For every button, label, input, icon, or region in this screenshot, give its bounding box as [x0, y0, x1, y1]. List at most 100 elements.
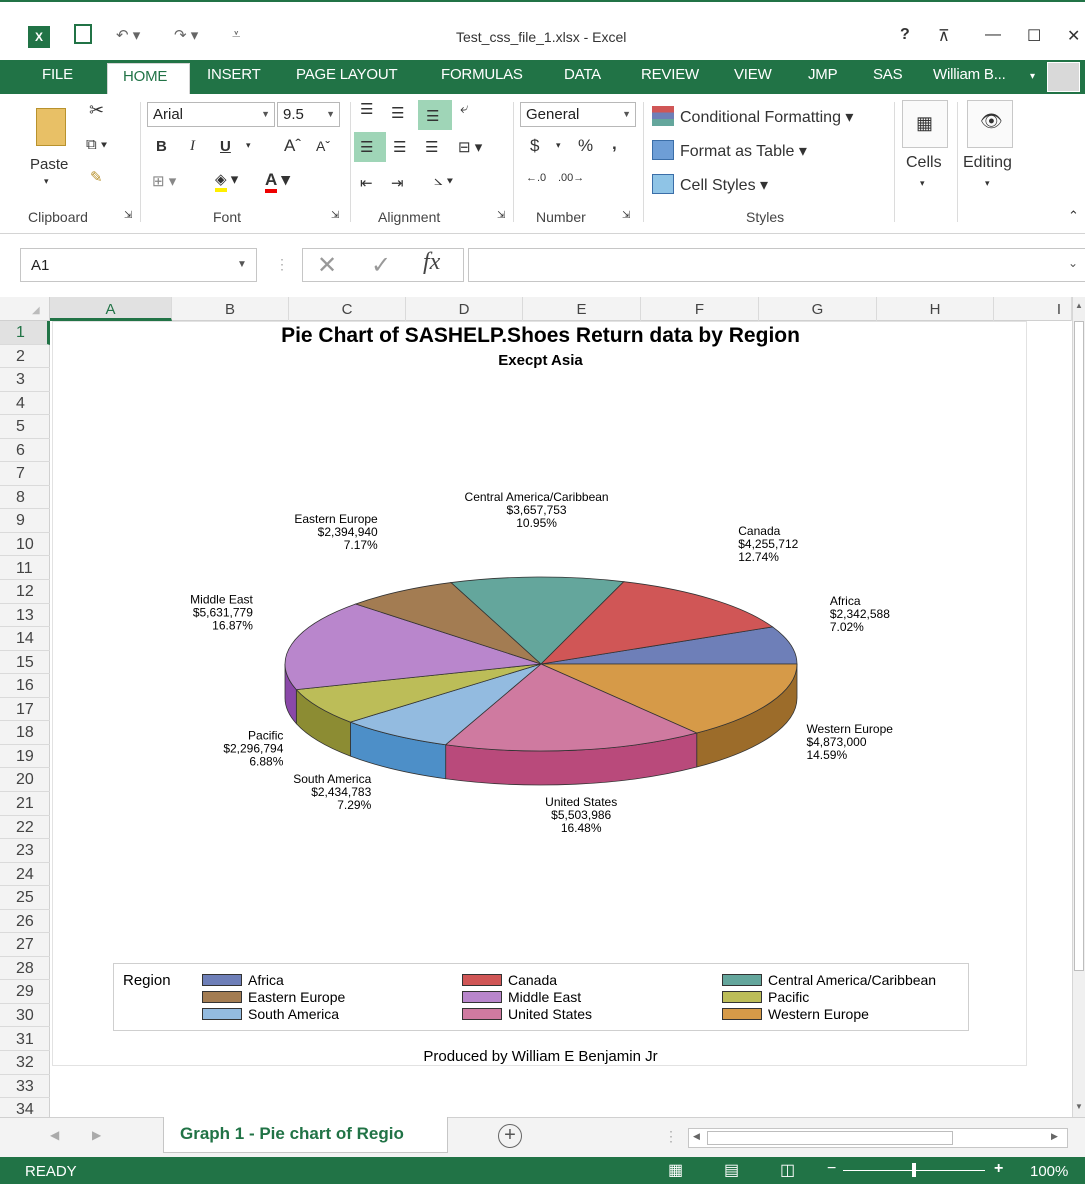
cells-dropdown-icon[interactable]: ▾: [920, 178, 925, 189]
row-header-2[interactable]: 2: [0, 345, 50, 369]
zoom-out-icon[interactable]: −: [827, 1160, 836, 1178]
column-header-h[interactable]: H: [877, 297, 994, 321]
align-right-icon[interactable]: ☰: [425, 138, 438, 156]
orientation-icon[interactable]: ⦣ ▾: [434, 172, 453, 189]
tab-home[interactable]: HOME: [107, 63, 190, 94]
page-layout-view-icon[interactable]: ▤: [724, 1160, 739, 1180]
tab-file[interactable]: FILE: [0, 66, 100, 94]
conditional-formatting-button[interactable]: Conditional Formatting ▾: [652, 106, 853, 127]
row-header-3[interactable]: 3: [0, 368, 50, 392]
row-header-11[interactable]: 11: [0, 557, 50, 580]
find-icon[interactable]: 👁: [967, 100, 1013, 148]
row-header-5[interactable]: 5: [0, 415, 50, 439]
collapse-ribbon-icon[interactable]: ⌃: [1068, 208, 1079, 224]
wrap-text-icon[interactable]: ⤶: [460, 100, 468, 117]
expand-formula-icon[interactable]: ⌄: [1068, 256, 1078, 270]
column-header-a[interactable]: A: [50, 297, 172, 321]
merge-center-icon[interactable]: ⊟ ▾: [458, 138, 482, 156]
select-all-corner[interactable]: ◢: [0, 297, 50, 321]
vertical-scroll-thumb[interactable]: [1074, 321, 1084, 971]
comma-button[interactable]: ,: [612, 134, 617, 154]
page-break-view-icon[interactable]: ◫: [780, 1160, 795, 1180]
cancel-icon[interactable]: ✕: [317, 251, 337, 280]
tab-data[interactable]: DATA: [564, 66, 601, 83]
column-header-d[interactable]: D: [406, 297, 523, 321]
paste-dropdown-icon[interactable]: ▾: [44, 176, 49, 187]
fill-color-icon[interactable]: ◈ ▾: [215, 170, 238, 192]
borders-icon[interactable]: ⊞ ▾: [152, 172, 176, 190]
column-header-i[interactable]: I: [994, 297, 1072, 321]
column-header-b[interactable]: B: [172, 297, 289, 321]
paste-icon[interactable]: [36, 108, 66, 146]
scroll-up-icon[interactable]: ▲: [1075, 301, 1083, 310]
row-header-24[interactable]: 24: [0, 863, 50, 887]
enter-icon[interactable]: ✓: [371, 251, 391, 280]
column-header-c[interactable]: C: [289, 297, 406, 321]
font-name-select[interactable]: Arial ▼: [147, 102, 275, 127]
row-header-14[interactable]: 14: [0, 627, 50, 651]
center-icon[interactable]: ☰: [393, 138, 406, 156]
row-header-16[interactable]: 16: [0, 674, 50, 698]
underline-button[interactable]: U: [220, 138, 231, 155]
row-header-10[interactable]: 10: [0, 533, 50, 557]
format-as-table-button[interactable]: Format as Table ▾: [652, 140, 807, 161]
cell-styles-button[interactable]: Cell Styles ▾: [652, 174, 768, 195]
zoom-level[interactable]: 100%: [1030, 1163, 1068, 1180]
help-button[interactable]: ?: [900, 26, 910, 44]
row-header-4[interactable]: 4: [0, 392, 50, 416]
font-launcher-icon[interactable]: ⇲: [331, 210, 339, 221]
add-sheet-button[interactable]: +: [498, 1124, 522, 1148]
column-header-g[interactable]: G: [759, 297, 877, 321]
avatar[interactable]: [1047, 62, 1080, 92]
row-header-7[interactable]: 7: [0, 462, 50, 486]
prev-sheet-icon[interactable]: ◀: [50, 1128, 59, 1142]
number-format-select[interactable]: General ▼: [520, 102, 636, 127]
row-header-20[interactable]: 20: [0, 768, 50, 792]
name-box[interactable]: A1 ▼: [20, 248, 257, 282]
user-dropdown-icon[interactable]: ▾: [1030, 71, 1035, 82]
increase-font-icon[interactable]: Aˆ: [284, 136, 301, 156]
redo-icon[interactable]: ↷ ▾: [174, 26, 198, 44]
row-header-32[interactable]: 32: [0, 1051, 50, 1075]
row-header-31[interactable]: 31: [0, 1028, 50, 1051]
number-launcher-icon[interactable]: ⇲: [622, 210, 630, 221]
bold-button[interactable]: B: [156, 138, 167, 155]
alignment-launcher-icon[interactable]: ⇲: [497, 210, 505, 221]
middle-align-icon[interactable]: ☰: [391, 104, 404, 122]
pie-chart[interactable]: Pie Chart of SASHELP.Shoes Return data b…: [52, 321, 1027, 1066]
insert-function-button[interactable]: fx: [423, 249, 440, 276]
user-name[interactable]: William B...: [933, 66, 1006, 83]
minimize-button[interactable]: —: [985, 26, 1001, 44]
horizontal-scroll-thumb[interactable]: [707, 1131, 953, 1145]
row-header-26[interactable]: 26: [0, 910, 50, 934]
row-header-23[interactable]: 23: [0, 839, 50, 863]
maximize-button[interactable]: ☐: [1027, 26, 1041, 46]
decrease-font-icon[interactable]: Aˇ: [316, 138, 330, 154]
cut-icon[interactable]: ✂: [89, 100, 104, 121]
align-left-button[interactable]: ☰: [354, 132, 386, 162]
cells-button[interactable]: Cells: [906, 154, 942, 172]
scroll-right-icon[interactable]: ▶: [1051, 1131, 1058, 1142]
ribbon-display-options-icon[interactable]: ⊼: [938, 26, 950, 46]
undo-icon[interactable]: ↶ ▾: [116, 26, 140, 44]
editing-dropdown-icon[interactable]: ▾: [985, 178, 990, 189]
tab-insert[interactable]: INSERT: [207, 66, 261, 83]
zoom-in-icon[interactable]: +: [994, 1160, 1003, 1178]
format-painter-icon[interactable]: ✎: [90, 168, 103, 186]
row-header-21[interactable]: 21: [0, 792, 50, 816]
tab-jmp[interactable]: JMP: [808, 66, 838, 83]
tab-splitter-icon[interactable]: ⋮: [664, 1128, 678, 1145]
copy-icon[interactable]: ⧉ ▾: [86, 136, 107, 153]
currency-button[interactable]: $: [530, 136, 539, 156]
row-header-29[interactable]: 29: [0, 980, 50, 1004]
tab-view[interactable]: VIEW: [734, 66, 772, 83]
sheet-tab-active[interactable]: Graph 1 - Pie chart of Regio: [163, 1117, 448, 1153]
font-size-select[interactable]: 9.5 ▼: [277, 102, 340, 127]
customize-qat-icon[interactable]: ⩡: [232, 26, 240, 43]
row-header-33[interactable]: 33: [0, 1075, 50, 1099]
normal-view-icon[interactable]: ▦: [668, 1160, 683, 1180]
row-header-27[interactable]: 27: [0, 933, 50, 957]
zoom-slider-thumb[interactable]: [912, 1163, 916, 1177]
increase-indent-icon[interactable]: ⇥: [391, 174, 404, 192]
row-header-30[interactable]: 30: [0, 1004, 50, 1028]
